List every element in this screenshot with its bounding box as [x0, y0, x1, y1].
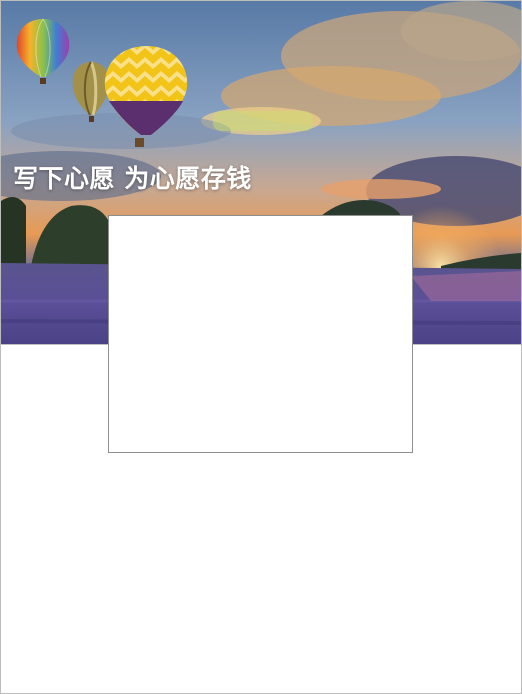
dialog-panel [108, 215, 413, 453]
banner-title: 写下心愿 为心愿存钱 [13, 164, 252, 193]
app-window: 写下心愿 为心愿存钱 [0, 0, 522, 694]
